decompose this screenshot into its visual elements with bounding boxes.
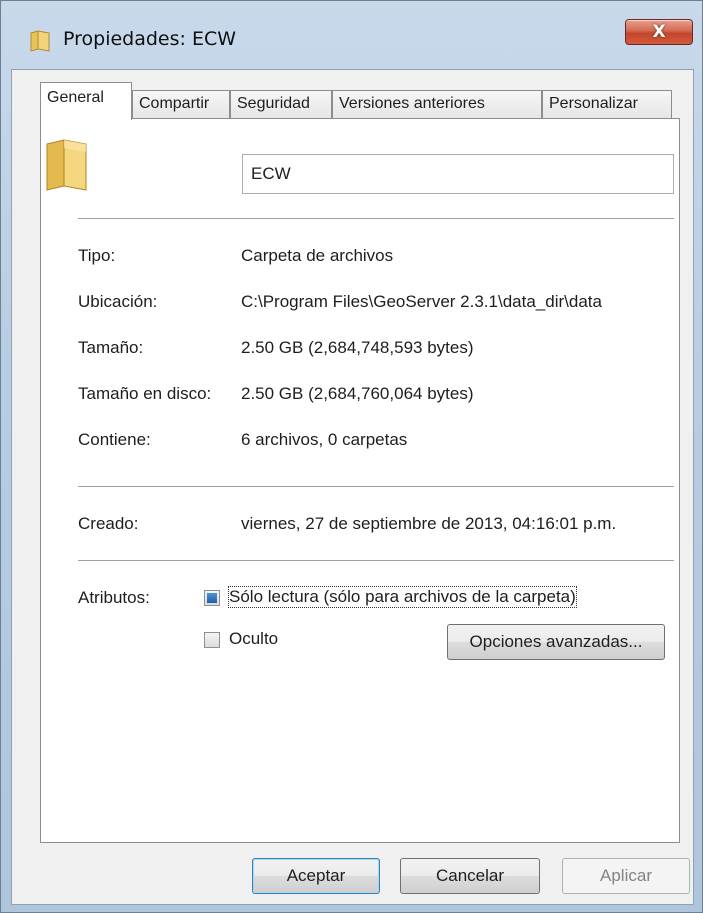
attributes-label: Atributos:: [78, 588, 150, 607]
readonly-checkbox[interactable]: [204, 590, 220, 606]
tab-versiones-anteriores[interactable]: Versiones anteriores: [332, 90, 542, 118]
location-label: Ubicación:: [78, 292, 158, 311]
hidden-checkbox[interactable]: [204, 632, 220, 648]
properties-dialog: Propiedades: ECW X General Compartir Seg…: [0, 0, 703, 913]
hidden-label[interactable]: Oculto: [229, 629, 278, 649]
folder-icon: [30, 30, 50, 52]
tab-compartir[interactable]: Compartir: [132, 90, 230, 118]
contains-label: Contiene:: [78, 430, 151, 449]
size-on-disk-value: 2.50 GB (2,684,760,064 bytes): [241, 384, 474, 403]
folder-name-input[interactable]: [242, 154, 674, 194]
created-label: Creado:: [78, 514, 139, 533]
tab-personalizar[interactable]: Personalizar: [542, 90, 672, 118]
general-tab-panel: [40, 118, 680, 843]
cancel-button[interactable]: Cancelar: [400, 858, 540, 894]
apply-button[interactable]: Aplicar: [562, 858, 690, 894]
separator: [78, 560, 674, 561]
readonly-label[interactable]: Sólo lectura (sólo para archivos de la c…: [228, 586, 577, 608]
created-value: viernes, 27 de septiembre de 2013, 04:16…: [241, 514, 617, 533]
contains-value: 6 archivos, 0 carpetas: [241, 430, 408, 449]
dialog-client-area: General Compartir Seguridad Versiones an…: [11, 69, 694, 905]
size-value: 2.50 GB (2,684,748,593 bytes): [241, 338, 474, 357]
tab-general[interactable]: General: [40, 82, 132, 120]
type-label: Tipo:: [78, 246, 116, 265]
separator: [78, 218, 674, 219]
close-button[interactable]: X: [625, 19, 693, 45]
advanced-options-button[interactable]: Opciones avanzadas...: [447, 624, 665, 660]
ok-button[interactable]: Aceptar: [252, 858, 380, 894]
location-value: C:\Program Files\GeoServer 2.3.1\data_di…: [241, 292, 602, 311]
folder-icon: [46, 139, 87, 191]
tab-seguridad[interactable]: Seguridad: [230, 90, 332, 118]
title-bar[interactable]: Propiedades: ECW X: [1, 1, 702, 79]
size-on-disk-label: Tamaño en disco:: [78, 384, 212, 403]
size-label: Tamaño:: [78, 338, 144, 357]
type-value: Carpeta de archivos: [241, 246, 394, 265]
close-icon: X: [652, 22, 666, 42]
separator: [78, 486, 674, 487]
window-title: Propiedades: ECW: [63, 28, 237, 50]
